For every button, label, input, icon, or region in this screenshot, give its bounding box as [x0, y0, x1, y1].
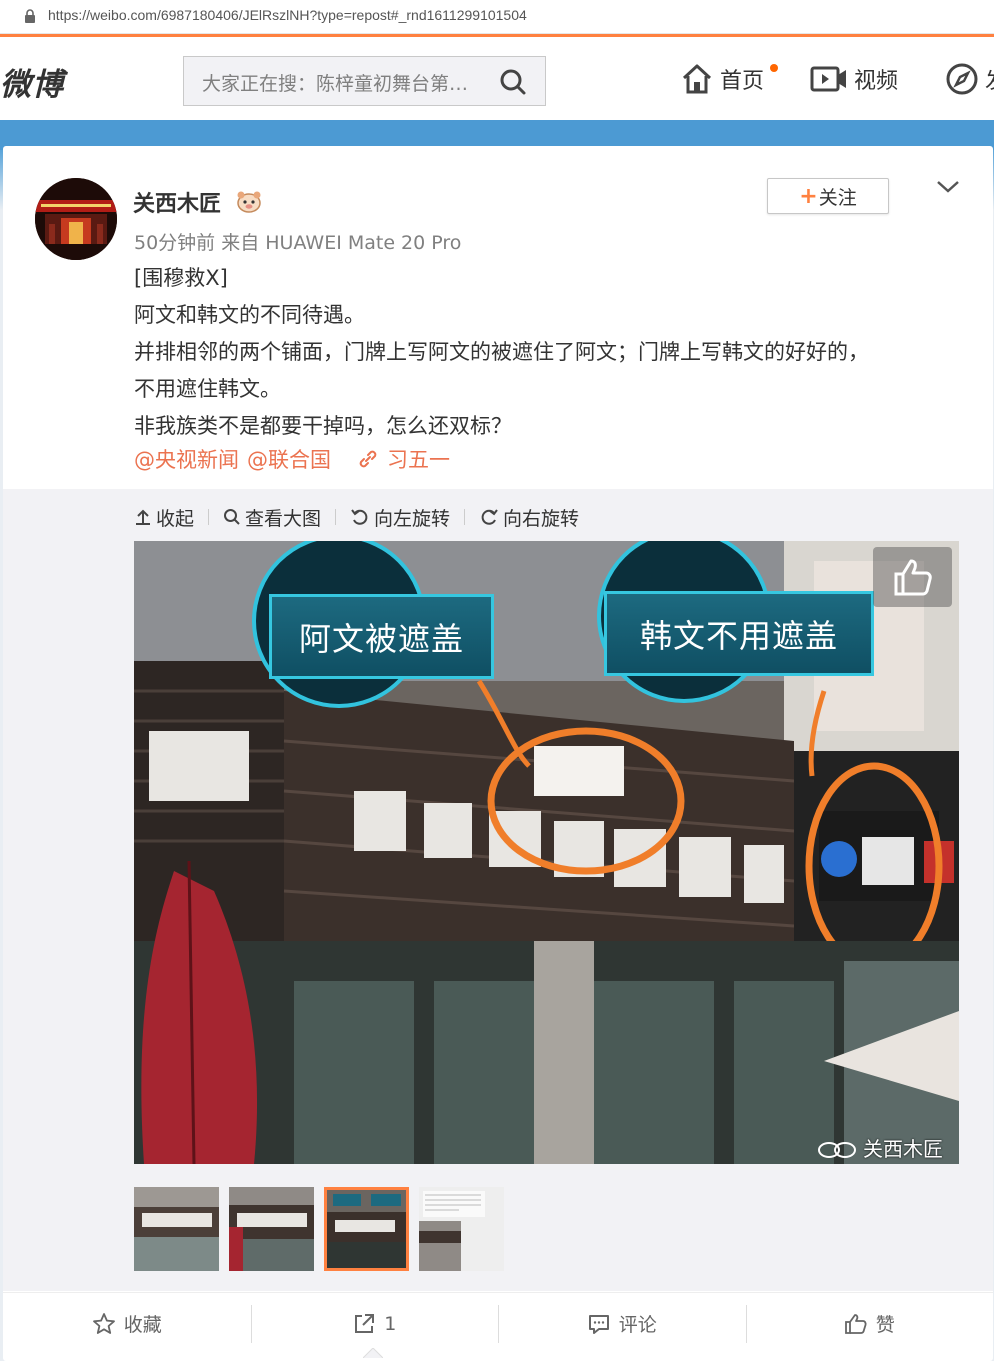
avatar[interactable]	[35, 178, 117, 260]
video-icon	[810, 66, 846, 92]
home-icon	[682, 64, 712, 94]
comment-label: 评论	[618, 1314, 657, 1336]
callout-left: 阿文被遮盖	[269, 594, 494, 679]
plus-icon: +	[799, 183, 818, 209]
mention-link[interactable]: @央视新闻	[134, 444, 239, 474]
thumbnail[interactable]	[229, 1187, 314, 1271]
thumbnail-strip	[134, 1187, 504, 1271]
url-text[interactable]: https://weibo.com/6987180406/JElRszlNH?t…	[48, 7, 527, 23]
star-icon	[92, 1312, 115, 1334]
rotate-left-button[interactable]: 向左旋转	[350, 504, 450, 531]
post-line: [围穆救X]	[134, 266, 228, 290]
user-badge-icon	[237, 191, 261, 213]
collapse-icon	[136, 509, 150, 525]
weibo-logo[interactable]: 微博	[0, 59, 64, 104]
notification-dot	[770, 64, 778, 72]
like-photo-button[interactable]	[873, 547, 952, 607]
follow-button[interactable]: + 关注	[767, 178, 889, 214]
rotate-left-icon	[351, 509, 368, 525]
mention-link[interactable]: @联合国	[247, 444, 331, 474]
like-button[interactable]: 赞	[745, 1293, 994, 1354]
post-actions: 收藏 1 评论 赞	[3, 1292, 993, 1354]
collect-label: 收藏	[123, 1314, 162, 1336]
nav-home-label: 首页	[720, 69, 765, 94]
collapse-button[interactable]: 收起	[134, 504, 194, 531]
nav-discover-label: 发	[985, 63, 994, 95]
post-card: 关西木匠 50分钟前 来自 HUAWEI Mate 20 Pro + 关注 [围…	[3, 146, 993, 1361]
search-box[interactable]: 大家正在搜：陈梓童初舞台第…	[183, 56, 546, 106]
author-name[interactable]: 关西木匠	[133, 186, 221, 218]
nav-home[interactable]: 首页	[680, 61, 778, 97]
search-input[interactable]: 大家正在搜：陈梓童初舞台第…	[202, 69, 487, 96]
nav-video-label: 视频	[854, 69, 899, 94]
watermark-text: 关西木匠	[863, 1137, 943, 1161]
post-line: 阿文和韩文的不同待遇。	[134, 303, 365, 327]
divider	[464, 509, 466, 525]
chevron-down-icon[interactable]	[935, 178, 961, 196]
rotate-right-button[interactable]: 向右旋转	[479, 504, 579, 531]
post-meta: 50分钟前 来自 HUAWEI Mate 20 Pro	[134, 232, 462, 254]
like-label: 赞	[875, 1314, 895, 1336]
media-panel: 收起 查看大图 向左旋转 向右旋转 阿文被遮盖 韩文不用遮盖 关西木匠	[3, 489, 993, 1291]
collect-button[interactable]: 收藏	[3, 1293, 251, 1354]
post-line: 并排相邻的两个铺面，门牌上写阿文的被遮住了阿文；门牌上写韩文的好好的，	[134, 340, 869, 364]
divider	[335, 509, 337, 525]
view-large-label: 查看大图	[245, 507, 322, 530]
rotate-right-icon	[481, 509, 498, 525]
compass-icon	[946, 63, 978, 95]
top-navigation: 微博 大家正在搜：陈梓童初舞台第… 首页 视频 发	[0, 34, 994, 120]
lock-icon	[25, 9, 35, 23]
media-toolbar: 收起 查看大图 向左旋转 向右旋转	[134, 502, 579, 532]
share-icon	[355, 1313, 375, 1333]
topic-label: 习五一	[387, 448, 450, 472]
repost-count: 1	[384, 1312, 397, 1335]
callout-right: 韩文不用遮盖	[604, 591, 874, 676]
link-icon	[359, 450, 377, 468]
mentions-row: @央视新闻 @联合国 习五一	[134, 444, 450, 474]
callout-left-text: 阿文被遮盖	[298, 619, 464, 658]
post-line: 不用遮住韩文。	[134, 377, 281, 401]
thumbs-up-icon	[894, 559, 932, 596]
post-photo[interactable]: 阿文被遮盖 韩文不用遮盖 关西木匠	[134, 541, 959, 1164]
browser-address-bar[interactable]: https://weibo.com/6987180406/JElRszlNH?t…	[0, 0, 994, 34]
topic-link[interactable]: 习五一	[357, 444, 450, 474]
thumbnail[interactable]	[419, 1187, 504, 1271]
divider	[208, 509, 210, 525]
search-icon[interactable]	[499, 68, 527, 96]
collapse-label: 收起	[156, 507, 195, 530]
weibo-logo-icon	[818, 1141, 856, 1158]
nav-discover[interactable]: 发	[945, 61, 994, 97]
thumbnail[interactable]	[134, 1187, 219, 1271]
view-large-button[interactable]: 查看大图	[223, 504, 321, 531]
callout-right-text: 韩文不用遮盖	[639, 616, 838, 655]
comment-icon	[588, 1314, 609, 1334]
comment-button[interactable]: 评论	[498, 1293, 746, 1354]
post-text: [围穆救X] 阿文和韩文的不同待遇。 并排相邻的两个铺面，门牌上写阿文的被遮住了…	[134, 260, 974, 445]
follow-label: 关注	[818, 186, 857, 209]
nav-video[interactable]: 视频	[810, 61, 898, 97]
rotate-right-label: 向右旋转	[503, 507, 580, 530]
thumbnail-selected[interactable]	[324, 1187, 409, 1271]
repost-button[interactable]: 1	[250, 1293, 499, 1354]
magnify-icon	[224, 509, 240, 525]
thumbs-up-icon	[844, 1313, 867, 1334]
photo-watermark: 关西木匠	[817, 1133, 943, 1162]
post-line: 非我族类不是都要干掉吗，怎么还双标？	[134, 414, 512, 438]
repost-indicator-caret	[363, 1348, 383, 1358]
rotate-left-label: 向左旋转	[374, 507, 451, 530]
